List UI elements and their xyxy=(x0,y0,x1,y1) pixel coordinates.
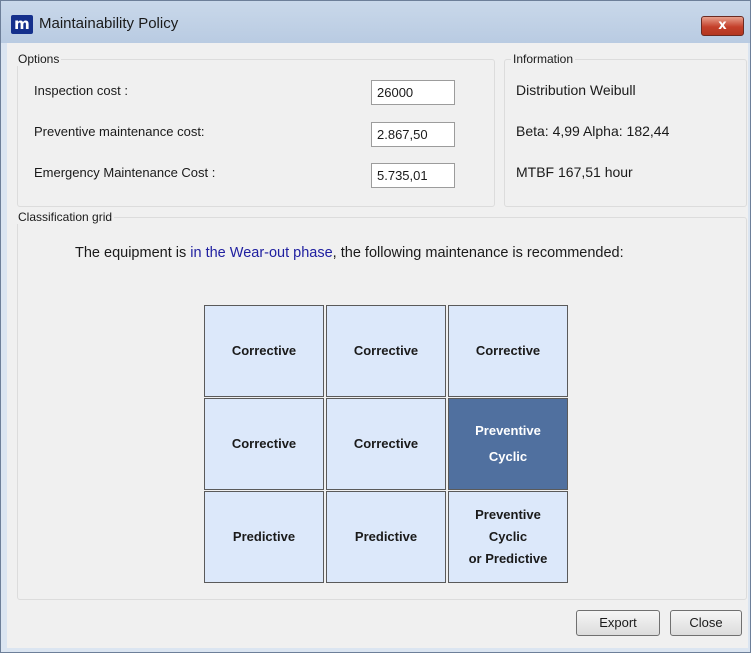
dialog-body: Options Inspection cost : 26000 Preventi… xyxy=(7,43,748,648)
cell-label: Corrective xyxy=(475,343,541,358)
cell-label: Predictive xyxy=(354,529,418,544)
grid-cell-r3-c2: Predictive xyxy=(326,491,446,583)
emergency-maintenance-cost-label: Emergency Maintenance Cost : xyxy=(34,165,216,180)
cell-label-line1: Preventive xyxy=(475,423,541,438)
emergency-maintenance-cost-input[interactable]: 5.735,01 xyxy=(371,163,455,188)
grid-cell-r2-c2: Corrective xyxy=(326,398,446,490)
export-button[interactable]: Export xyxy=(576,610,660,636)
preventive-maintenance-cost-input[interactable]: 2.867,50 xyxy=(371,122,455,147)
cell-label-line2: Cyclic xyxy=(488,529,528,544)
cell-label: Corrective xyxy=(353,436,419,451)
cell-label: Predictive xyxy=(232,529,296,544)
app-logo-icon: m xyxy=(11,15,33,34)
inspection-cost-input[interactable]: 26000 xyxy=(371,80,455,105)
grid-cell-r2-c3-selected: Preventive Cyclic xyxy=(448,398,568,490)
grid-cell-r1-c3: Corrective xyxy=(448,305,568,397)
close-window-button[interactable]: x xyxy=(701,16,744,36)
cell-label-line3: or Predictive xyxy=(468,551,548,566)
grid-cell-r2-c1: Corrective xyxy=(204,398,324,490)
information-group: Information Distribution Weibull Beta: 4… xyxy=(504,52,747,207)
classification-grid-title: Classification grid xyxy=(16,210,115,224)
information-group-title: Information xyxy=(511,52,576,66)
cell-label: Corrective xyxy=(231,436,297,451)
sentence-suffix: , the following maintenance is recommend… xyxy=(332,245,624,261)
close-button[interactable]: Close xyxy=(670,610,742,636)
cell-label: Corrective xyxy=(353,343,419,358)
inspection-cost-label: Inspection cost : xyxy=(34,83,128,98)
cell-label: Corrective xyxy=(231,343,297,358)
title-bar: m Maintainability Policy x xyxy=(1,1,750,43)
maintainability-policy-window: m Maintainability Policy x Options Inspe… xyxy=(0,0,751,653)
beta-alpha-text: Beta: 4,99 Alpha: 182,44 xyxy=(516,123,670,139)
grid-cell-r1-c1: Corrective xyxy=(204,305,324,397)
phase-highlight: in the Wear-out phase xyxy=(190,245,333,261)
cell-label-line2: Cyclic xyxy=(488,449,528,464)
window-title: Maintainability Policy xyxy=(39,15,179,32)
grid-cell-r1-c2: Corrective xyxy=(326,305,446,397)
grid-cell-r3-c3: Preventive Cyclic or Predictive xyxy=(448,491,568,583)
distribution-text: Distribution Weibull xyxy=(516,82,636,98)
sentence-prefix: The equipment is xyxy=(75,245,191,261)
options-group-title: Options xyxy=(16,52,62,66)
options-group: Options Inspection cost : 26000 Preventi… xyxy=(16,52,495,207)
grid-cell-r3-c1: Predictive xyxy=(204,491,324,583)
preventive-maintenance-cost-label: Preventive maintenance cost: xyxy=(34,124,205,139)
recommendation-sentence: The equipment is in the Wear-out phase, … xyxy=(75,245,624,261)
cell-label-line1: Preventive xyxy=(475,507,541,522)
mtbf-text: MTBF 167,51 hour xyxy=(516,164,633,180)
